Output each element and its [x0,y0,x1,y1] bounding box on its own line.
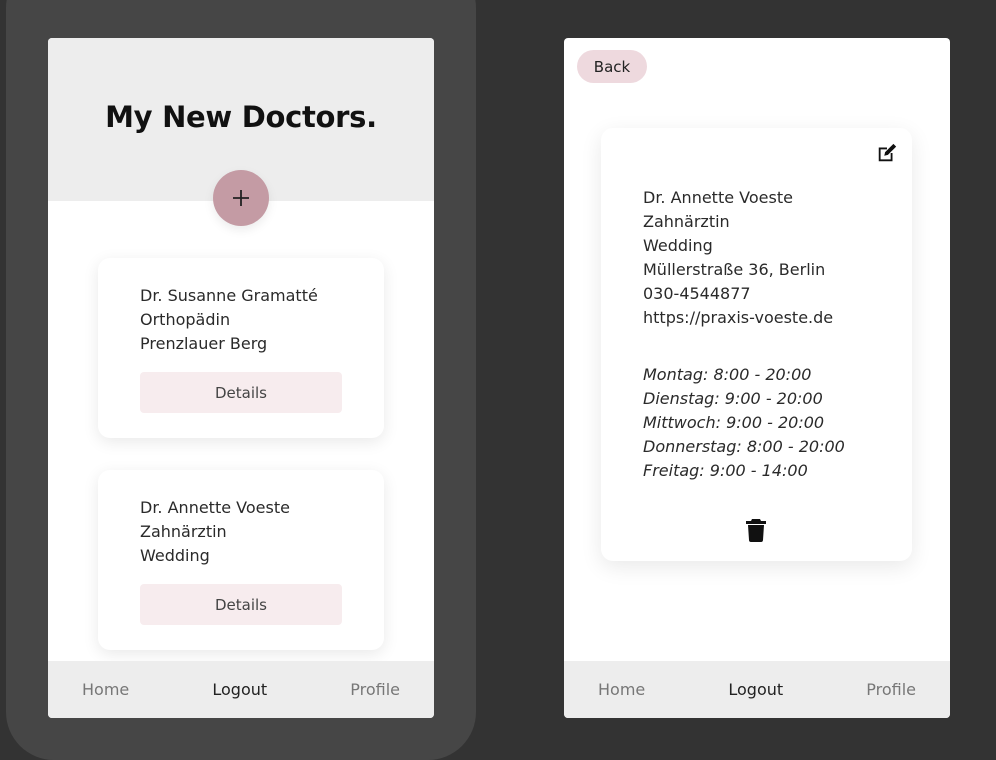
doctor-detail-card: Dr. Annette Voeste Zahnärztin Wedding Mü… [601,128,912,561]
opening-hours-row: Dienstag: 9:00 - 20:00 [643,389,823,408]
details-button[interactable]: Details [140,584,342,625]
doctor-district: Prenzlauer Berg [140,334,268,353]
nav-profile[interactable]: Profile [866,680,916,699]
doctor-address: Müllerstraße 36, Berlin [643,260,826,279]
nav-logout[interactable]: Logout [728,680,783,699]
doctor-detail-screen: Back Dr. Annette Voeste Zahnärztin Weddi… [564,38,950,718]
details-button[interactable]: Details [140,372,342,413]
bottom-nav: Home Logout Profile [564,661,950,718]
doctor-specialty: Zahnärztin [140,522,227,541]
doctor-name: Dr. Susanne Gramatté [140,286,318,305]
doctor-website: https://praxis-voeste.de [643,308,834,327]
nav-home[interactable]: Home [82,680,129,699]
opening-hours-row: Mittwoch: 9:00 - 20:00 [643,413,825,432]
doctor-phone: 030-4544877 [643,284,751,303]
page-title: My New Doctors. [105,100,377,134]
doctor-card: Dr. Susanne Gramatté Orthopädin Prenzlau… [98,258,384,438]
nav-logout[interactable]: Logout [212,680,267,699]
trash-icon[interactable] [746,518,766,542]
doctor-card: Dr. Annette Voeste Zahnärztin Wedding De… [98,470,384,650]
opening-hours-row: Freitag: 9:00 - 14:00 [643,461,808,480]
opening-hours: Montag: 8:00 - 20:00 Dienstag: 9:00 - 20… [643,363,912,483]
doctor-name: Dr. Annette Voeste [140,498,290,517]
opening-hours-row: Montag: 8:00 - 20:00 [643,365,812,384]
plus-icon [233,190,249,206]
nav-home[interactable]: Home [598,680,645,699]
opening-hours-row: Donnerstag: 8:00 - 20:00 [643,437,845,456]
doctor-specialty: Zahnärztin [643,212,730,231]
doctor-name: Dr. Annette Voeste [643,188,793,207]
doctor-specialty: Orthopädin [140,310,231,329]
add-doctor-button[interactable] [213,170,269,226]
bottom-nav: Home Logout Profile [48,661,434,718]
doctor-list-screen: My New Doctors. Dr. Susanne Gramatté Ort… [48,38,434,718]
doctor-district: Wedding [643,236,713,255]
nav-profile[interactable]: Profile [350,680,400,699]
doctor-district: Wedding [140,546,210,565]
edit-icon[interactable] [876,142,898,164]
back-button[interactable]: Back [577,50,647,83]
